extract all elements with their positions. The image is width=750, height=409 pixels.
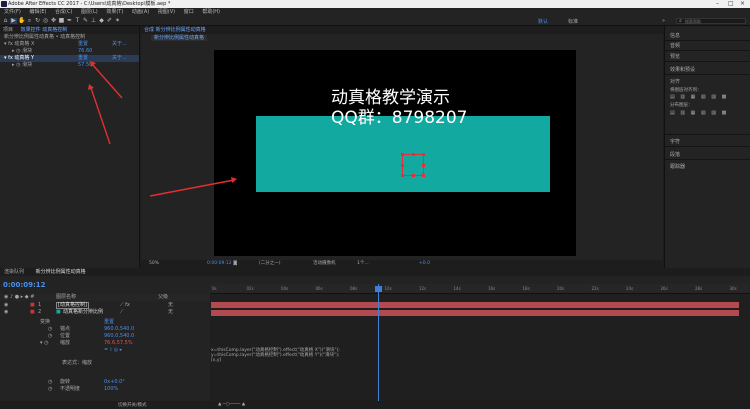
arrow-to-slider-y [90,87,111,145]
annotation-arrows [88,61,237,197]
arrow-head [231,177,237,183]
arrow-to-teal-layer [149,179,235,197]
arrow-to-slider-x [91,63,123,99]
